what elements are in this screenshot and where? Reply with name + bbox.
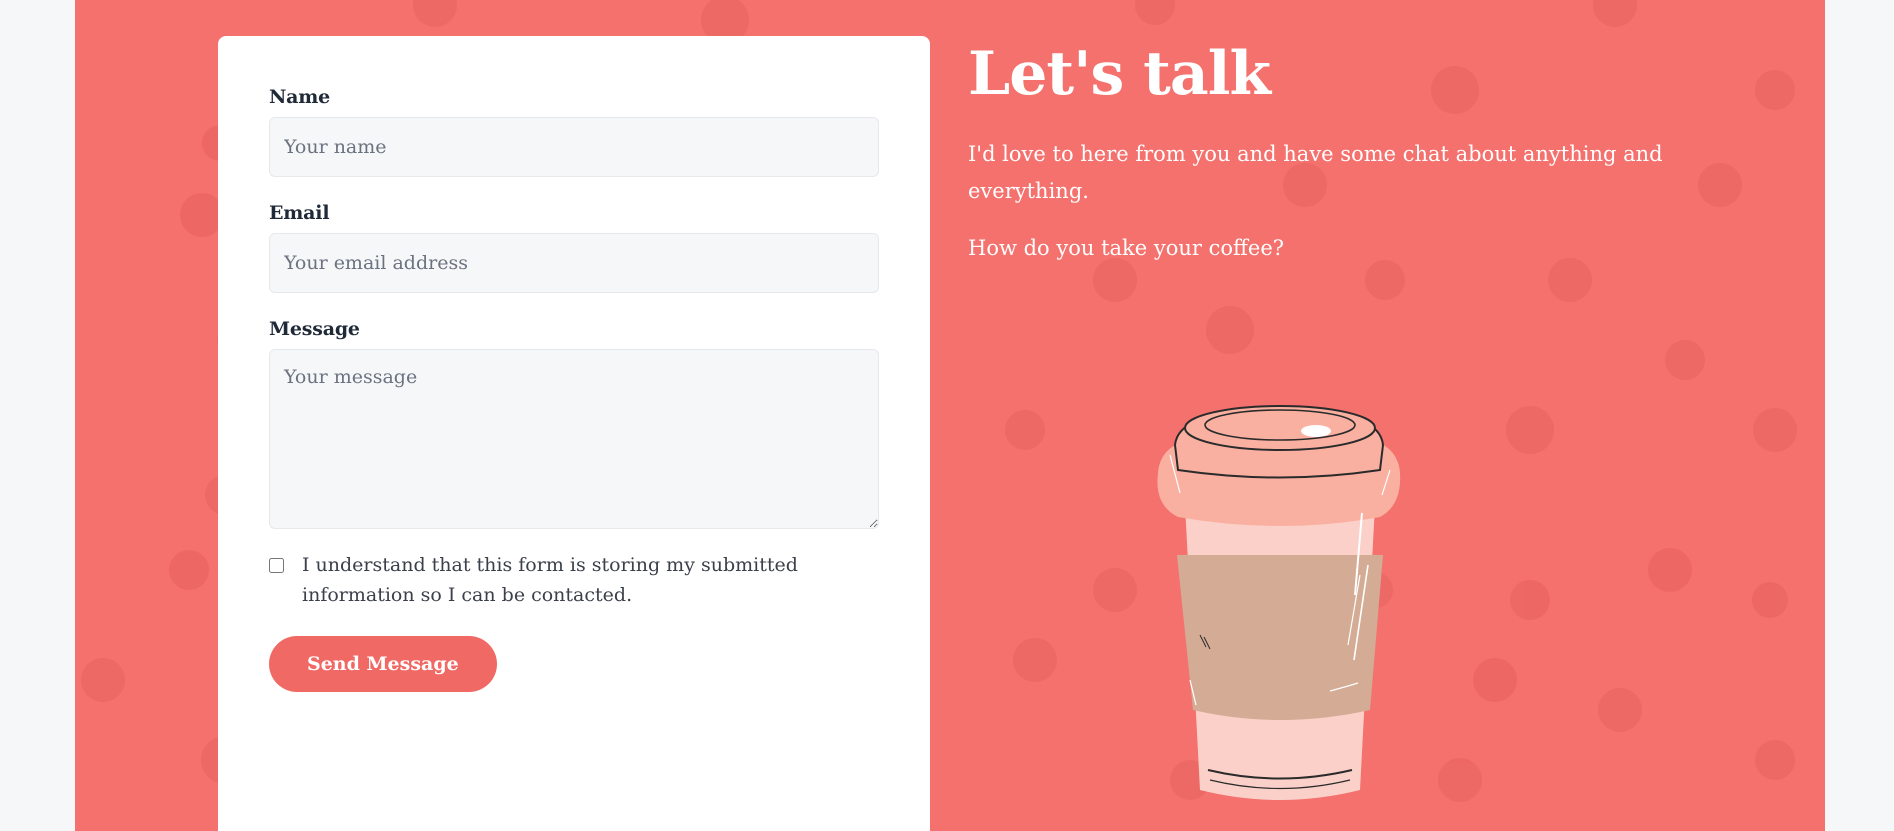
email-group: Email xyxy=(269,202,879,293)
name-input[interactable] xyxy=(269,117,879,177)
intro-panel: Let's talk I'd love to here from you and… xyxy=(968,0,1688,267)
consent-text: I understand that this form is storing m… xyxy=(302,554,798,606)
intro-paragraph: I'd love to here from you and have some … xyxy=(968,142,1663,203)
coffee-cup-illustration xyxy=(1157,405,1401,800)
contact-form: Name Email Message I understand that thi… xyxy=(269,86,879,692)
name-label: Name xyxy=(269,86,331,108)
consent-checkbox[interactable] xyxy=(269,558,284,573)
cup-sleeve xyxy=(1177,555,1383,720)
email-label: Email xyxy=(269,202,330,224)
cup-lid-hole xyxy=(1301,425,1331,437)
contact-section: Name Email Message I understand that thi… xyxy=(75,0,1825,831)
send-message-button[interactable]: Send Message xyxy=(269,636,497,692)
consent-row: I understand that this form is storing m… xyxy=(269,550,879,610)
cup-lid-top xyxy=(1184,405,1376,451)
page-title: Let's talk xyxy=(968,39,1271,109)
contact-form-card: Name Email Message I understand that thi… xyxy=(218,36,930,831)
email-input[interactable] xyxy=(269,233,879,293)
name-group: Name xyxy=(269,86,879,177)
message-textarea[interactable] xyxy=(269,349,879,529)
message-label: Message xyxy=(269,318,360,340)
coffee-question: How do you take your coffee? xyxy=(968,236,1285,260)
message-group: Message xyxy=(269,318,879,529)
